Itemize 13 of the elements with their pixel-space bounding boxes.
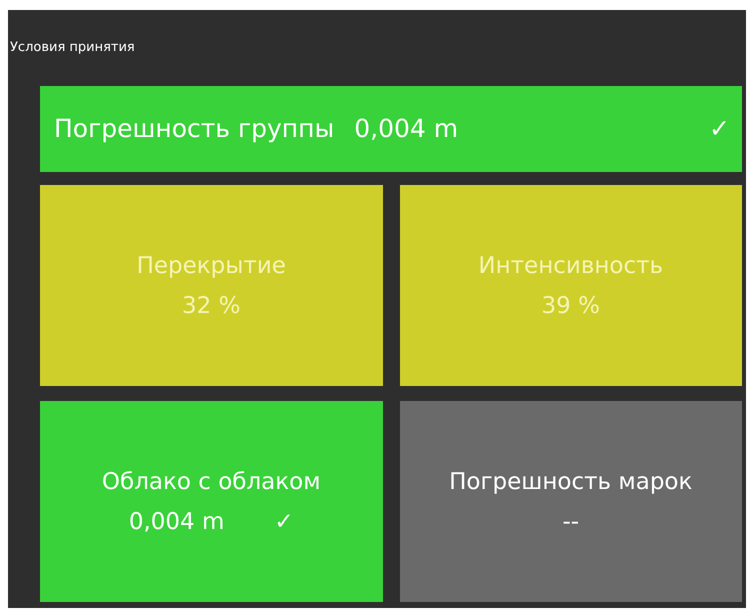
panel-title: Условия принятия [10, 39, 135, 58]
tile-label: Погрешность марок [449, 468, 692, 496]
check-mark: ✓ [709, 113, 730, 146]
tile-value: 32 % [182, 292, 240, 320]
tile-label: Интенсивность [478, 252, 664, 280]
tile-value: 0,004 m [128, 508, 224, 536]
tile-value: -- [562, 508, 580, 536]
check-mark: ✓ [274, 508, 294, 536]
tile-value: 39 % [542, 292, 600, 320]
tile-label: Облако с облаком [102, 468, 321, 496]
summary-value: 0,004 m [354, 113, 458, 146]
summary-label: Погрешность группы [54, 113, 334, 146]
tile-label: Перекрытие [136, 252, 286, 280]
